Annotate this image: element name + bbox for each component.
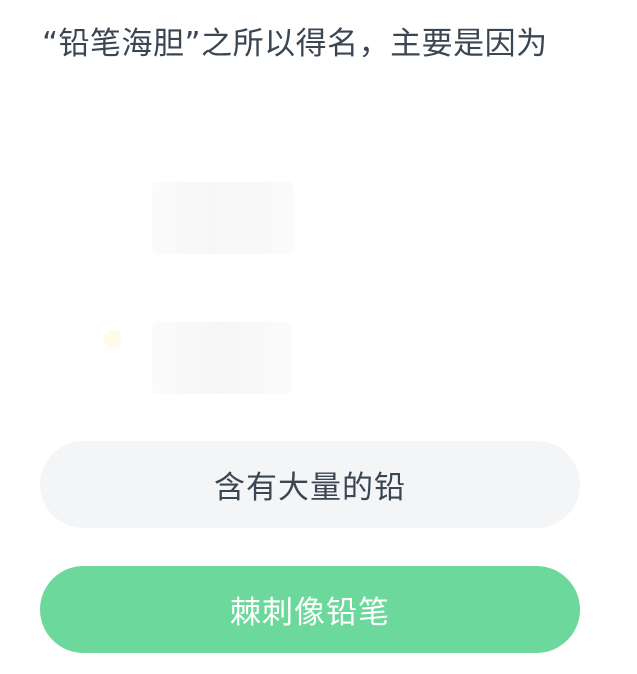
- faint-image-placeholder: [152, 322, 292, 394]
- answer-option-1[interactable]: 含有大量的铅: [40, 441, 580, 528]
- faint-decoration: [104, 330, 122, 348]
- answer-option-label: 棘刺像铅笔: [230, 595, 390, 631]
- question-text: “铅笔海胆”之所以得名，主要是因为: [42, 26, 548, 62]
- answer-option-2-selected[interactable]: 棘刺像铅笔: [40, 566, 580, 653]
- answer-option-label: 含有大量的铅: [214, 470, 406, 506]
- faint-image-placeholder: [152, 182, 294, 254]
